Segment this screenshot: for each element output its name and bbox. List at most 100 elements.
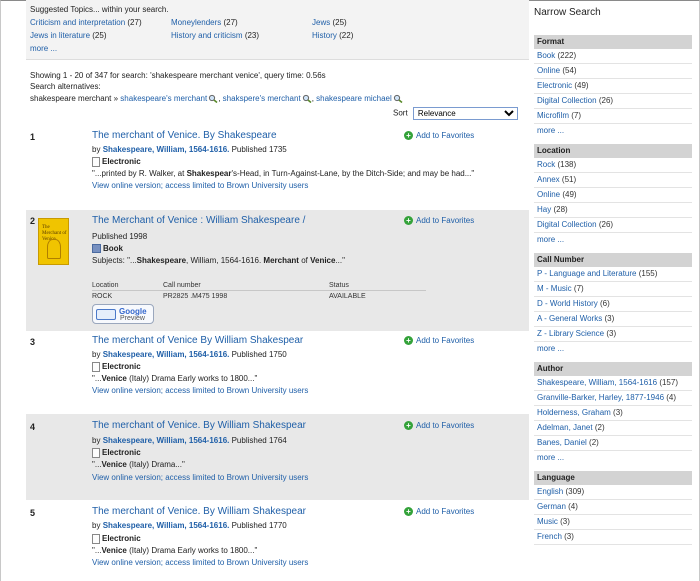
facet-item[interactable]: English (309) [534, 485, 692, 500]
facet-item[interactable]: Granville-Barker, Harley, 1877-1946 (4) [534, 391, 692, 406]
result-byline: by Shakespeare, William, 1564-1616. Publ… [92, 145, 287, 154]
facet-item[interactable]: M - Music (7) [534, 282, 692, 297]
author-link[interactable]: Shakespeare, William, 1564-1616. [103, 145, 230, 154]
result-item: 3 The merchant of Venice By William Shak… [26, 333, 529, 415]
facet-item[interactable]: A - General Works (3) [534, 312, 692, 327]
topic-grid: Criticism and interpretation (27) Moneyl… [30, 18, 525, 54]
results-count: Showing 1 - 20 of 347 for search: 'shake… [30, 71, 326, 80]
facet-call-number: Call Number P - Language and Literature … [534, 253, 692, 357]
result-snippet: "...Venice (Italy) Drama Early works to … [92, 374, 258, 383]
sort-select[interactable]: Relevance [412, 107, 518, 120]
alt-link[interactable]: shakespeare michael [316, 94, 392, 103]
facet-item[interactable]: Book (222) [534, 49, 692, 64]
document-icon [92, 156, 100, 167]
facet-item[interactable]: Digital Collection (26) [534, 218, 692, 233]
alts-prefix: shakespeare merchant » [30, 94, 119, 103]
author-link[interactable]: Shakespeare, William, 1564-1616. [103, 521, 230, 530]
add-icon: + [404, 507, 413, 517]
facet-item[interactable]: German (4) [534, 500, 692, 515]
add-to-favorites[interactable]: + Add to Favorites [404, 216, 474, 226]
result-number: 4 [30, 422, 36, 432]
online-version-link[interactable]: View online version; access limited to B… [92, 180, 308, 191]
facet-item[interactable]: Shakespeare, William, 1564-1616 (157) [534, 376, 692, 391]
add-to-favorites[interactable]: + Add to Favorites [404, 507, 474, 517]
facet-item[interactable]: Online (54) [534, 64, 692, 79]
author-link[interactable]: Shakespeare, William, 1564-1616. [103, 350, 230, 359]
facet-item[interactable]: D - World History (6) [534, 297, 692, 312]
facet-item[interactable]: French (3) [534, 530, 692, 545]
facet-more-link[interactable]: more ... [534, 342, 692, 357]
search-summary: Showing 1 - 20 of 347 for search: 'shake… [26, 60, 529, 92]
sort-control: Sort Relevance [393, 107, 518, 120]
facet-item[interactable]: Music (3) [534, 515, 692, 530]
facet-language: Language English (309) German (4) Music … [534, 471, 692, 545]
facet-item[interactable]: Z - Library Science (3) [534, 327, 692, 342]
facet-item[interactable]: P - Language and Literature (155) [534, 267, 692, 282]
add-icon: + [404, 336, 413, 346]
book-icon [96, 309, 116, 320]
result-title[interactable]: The merchant of Venice. By Shakespeare [92, 130, 277, 141]
facet-item[interactable]: Microfilm (7) [534, 109, 692, 124]
holdings-row: ROCK PR2825 .M475 1998 AVAILABLE [92, 293, 366, 300]
google-preview-button[interactable]: Google Preview [92, 304, 154, 324]
result-title[interactable]: The merchant of Venice. By William Shake… [92, 506, 306, 517]
facet-format: Format Book (222) Online (54) Electronic… [534, 35, 692, 139]
add-to-favorites[interactable]: + Add to Favorites [404, 336, 474, 346]
online-version-link[interactable]: View online version; access limited to B… [92, 557, 308, 568]
facet-item[interactable]: Annex (51) [534, 173, 692, 188]
magnify-icon[interactable] [393, 94, 403, 104]
facet-item[interactable]: Holderness, Graham (3) [534, 406, 692, 421]
topic-link[interactable]: History (22) [312, 31, 353, 41]
result-title[interactable]: The merchant of Venice By William Shakes… [92, 335, 303, 346]
facet-heading: Location [534, 144, 692, 158]
online-version-link[interactable]: View online version; access limited to B… [92, 472, 308, 483]
search-alternatives: shakespeare merchant » shakespeare's mer… [26, 92, 529, 105]
topics-more-link[interactable]: more ... [30, 44, 57, 54]
magnify-icon[interactable] [208, 94, 218, 104]
topic-link[interactable]: History and criticism (23) [171, 31, 259, 41]
document-icon [92, 447, 100, 458]
magnify-icon[interactable] [302, 94, 312, 104]
alt-link[interactable]: shakspere's merchant [223, 94, 301, 103]
facet-more-link[interactable]: more ... [534, 124, 692, 139]
result-byline: by Shakespeare, William, 1564-1616. Publ… [92, 521, 287, 530]
topic-link[interactable]: Jews (25) [312, 18, 347, 28]
facet-item[interactable]: Banes, Daniel (2) [534, 436, 692, 451]
book-cover-image[interactable]: The Merchant of Venice [38, 218, 69, 265]
facet-item[interactable]: Electronic (49) [534, 79, 692, 94]
facet-item[interactable]: Adelman, Janet (2) [534, 421, 692, 436]
add-icon: + [404, 421, 413, 431]
facet-item[interactable]: Online (49) [534, 188, 692, 203]
result-title[interactable]: The merchant of Venice. By William Shake… [92, 420, 306, 431]
suggested-topics: Suggested Topics... within your search. … [26, 0, 529, 60]
facet-author: Author Shakespeare, William, 1564-1616 (… [534, 362, 692, 466]
facet-item[interactable]: Rock (138) [534, 158, 692, 173]
add-icon: + [404, 216, 413, 226]
facet-item[interactable]: Hay (28) [534, 203, 692, 218]
facet-heading: Language [534, 471, 692, 485]
facet-more-link[interactable]: more ... [534, 233, 692, 248]
facet-more-link[interactable]: more ... [534, 451, 692, 466]
result-item: 1 The merchant of Venice. By Shakespeare… [26, 128, 529, 206]
author-link[interactable]: Shakespeare, William, 1564-1616. [103, 436, 230, 445]
topic-link[interactable]: Moneylenders (27) [171, 18, 238, 28]
facet-location: Location Rock (138) Annex (51) Online (4… [534, 144, 692, 248]
result-title[interactable]: The Merchant of Venice : William Shakesp… [92, 215, 305, 226]
facet-item[interactable]: Digital Collection (26) [534, 94, 692, 109]
facet-heading: Author [534, 362, 692, 376]
suggested-topics-label: Suggested Topics... within your search. [30, 5, 169, 14]
topic-link[interactable]: Criticism and interpretation (27) [30, 18, 142, 28]
topic-link[interactable]: Jews in literature (25) [30, 31, 107, 41]
book-icon [92, 244, 101, 254]
add-to-favorites[interactable]: + Add to Favorites [404, 421, 474, 431]
online-version-link[interactable]: View online version; access limited to B… [92, 385, 308, 396]
add-to-favorites[interactable]: + Add to Favorites [404, 131, 474, 141]
result-format: Electronic [92, 447, 141, 458]
result-item: 4 The merchant of Venice. By William Sha… [26, 414, 529, 500]
results-column: Suggested Topics... within your search. … [26, 0, 529, 105]
search-alternatives-label: Search alternatives: [30, 82, 101, 91]
alt-link[interactable]: shakespeare's merchant [120, 94, 207, 103]
result-format: Book [92, 243, 123, 254]
result-number: 1 [30, 132, 36, 142]
narrow-search-sidebar: Narrow Search Format Book (222) Online (… [534, 0, 692, 550]
